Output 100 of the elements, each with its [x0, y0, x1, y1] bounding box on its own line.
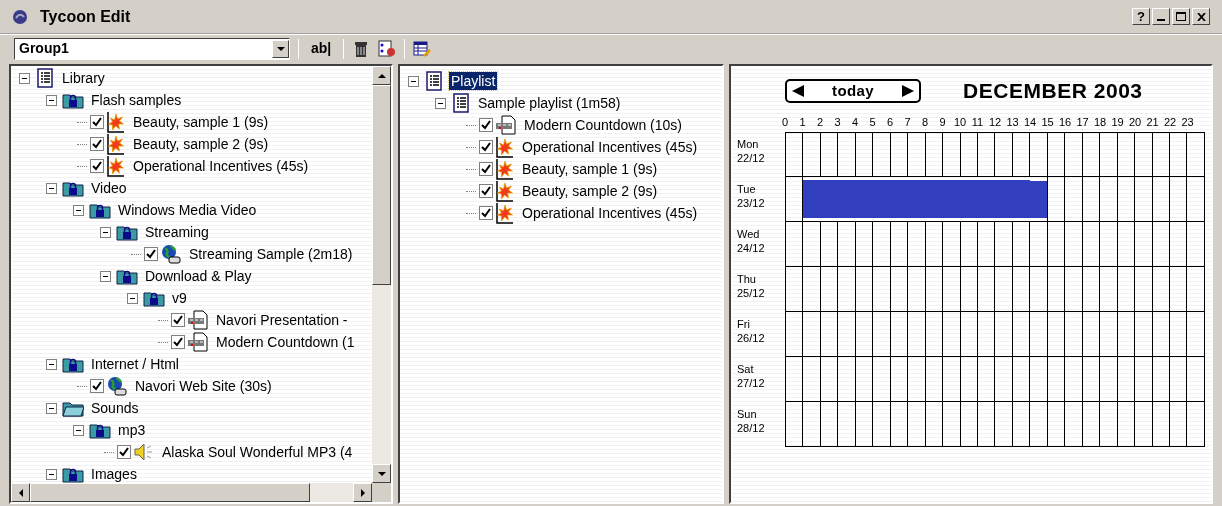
list-icon [451, 93, 471, 113]
tree-item[interactable]: Alaska Soul Wonderful MP3 (4 [160, 443, 355, 461]
starburst-document-icon [495, 180, 515, 202]
tree-item[interactable]: Operational Incentives (45s) [131, 157, 311, 175]
starburst-document-icon [495, 158, 515, 180]
locked-folder-icon [62, 179, 84, 197]
hour-label: 0 [781, 115, 789, 130]
day-name: Fri [737, 317, 751, 331]
maximize-icon [1176, 12, 1186, 21]
tree-item[interactable]: Images [89, 465, 139, 483]
collapse-box[interactable] [99, 226, 111, 238]
text-tool-button[interactable]: ab| [307, 38, 336, 59]
tree-item[interactable]: Navori Presentation - [214, 311, 350, 329]
tree-item[interactable]: mp3 [116, 421, 148, 439]
scheduled-slot[interactable] [1030, 177, 1048, 221]
day-name: Tue [737, 182, 757, 196]
tree-item[interactable]: Operational Incentives (45s) [520, 138, 700, 156]
horizontal-scrollbar[interactable] [11, 483, 372, 502]
collapse-box[interactable] [407, 75, 419, 87]
collapse-box[interactable] [45, 182, 57, 194]
properties-icon[interactable] [378, 39, 397, 58]
collapse-box[interactable] [434, 97, 446, 109]
speaker-icon [133, 442, 155, 462]
day-name: Wed [737, 227, 761, 241]
globe-icon [160, 244, 182, 264]
checkbox[interactable] [90, 115, 104, 129]
tree-item[interactable]: Library [60, 69, 107, 87]
tree-item[interactable]: Sounds [89, 399, 141, 417]
close-button[interactable] [1192, 8, 1210, 25]
globe-icon [106, 376, 128, 396]
hour-label: 18 [1093, 115, 1107, 130]
next-arrow-icon[interactable] [901, 84, 915, 98]
locked-folder-icon [143, 289, 165, 307]
checkbox[interactable] [90, 379, 104, 393]
table-edit-icon[interactable] [413, 39, 432, 58]
collapse-box[interactable] [45, 94, 57, 106]
group-select[interactable]: Group1 [14, 37, 290, 60]
tree-item[interactable]: Internet / Html [89, 355, 181, 373]
day-name: Sat [737, 362, 755, 376]
tree-item[interactable]: Beauty, sample 2 (9s) [520, 182, 660, 200]
vertical-scrollbar[interactable] [372, 66, 391, 483]
hour-label: 19 [1111, 115, 1124, 130]
checkbox[interactable] [171, 313, 185, 327]
checkbox[interactable] [479, 162, 493, 176]
tree-item[interactable]: Modern Countdown (1 [214, 333, 357, 351]
tree-item[interactable]: Operational Incentives (45s) [520, 204, 700, 222]
tree-item[interactable]: Modern Countdown (10s) [522, 116, 684, 134]
list-icon [424, 71, 444, 91]
today-button[interactable]: today [832, 79, 874, 103]
minimize-icon [1157, 19, 1165, 21]
tree-item[interactable]: Beauty, sample 1 (9s) [520, 160, 660, 178]
checkbox[interactable] [479, 184, 493, 198]
tree-item[interactable]: Navori Web Site (30s) [133, 377, 274, 395]
locked-folder-icon [89, 421, 111, 439]
tree-item[interactable]: Playlist [449, 72, 498, 90]
tree-item[interactable]: v9 [170, 289, 189, 307]
checkbox[interactable] [479, 206, 493, 220]
tree-item[interactable]: Streaming Sample (2m18) [187, 245, 355, 263]
collapse-box[interactable] [45, 358, 57, 370]
collapse-box[interactable] [72, 204, 84, 216]
list-icon [35, 68, 55, 88]
tree-item[interactable]: Windows Media Video [116, 201, 259, 219]
starburst-document-icon [106, 133, 126, 155]
tree-item[interactable]: Beauty, sample 1 (9s) [131, 113, 271, 131]
tree-item[interactable]: Streaming [143, 223, 211, 241]
hour-label: 23 [1181, 115, 1194, 130]
starburst-document-icon [495, 136, 515, 158]
checkbox[interactable] [90, 159, 104, 173]
hour-label: 13 [1006, 115, 1019, 130]
film-document-icon [495, 115, 517, 135]
collapse-box[interactable] [18, 72, 30, 84]
collapse-box[interactable] [126, 292, 138, 304]
tree-item[interactable]: Video [89, 179, 129, 197]
hour-label: 4 [851, 115, 859, 130]
checkbox[interactable] [117, 445, 131, 459]
hour-label: 21 [1146, 115, 1159, 130]
tree-item[interactable]: Flash samples [89, 91, 184, 109]
checkbox[interactable] [479, 140, 493, 154]
select-value: Group1 [18, 39, 70, 58]
tree-item[interactable]: Sample playlist (1m58) [476, 94, 623, 112]
previous-arrow-icon[interactable] [791, 84, 805, 98]
collapse-box[interactable] [45, 468, 57, 480]
checkbox[interactable] [171, 335, 185, 349]
checkbox[interactable] [144, 247, 158, 261]
tree-item[interactable]: Beauty, sample 2 (9s) [131, 135, 271, 153]
collapse-box[interactable] [72, 424, 84, 436]
minimize-button[interactable] [1152, 8, 1170, 25]
locked-folder-icon [62, 465, 84, 483]
checkbox[interactable] [90, 137, 104, 151]
checkbox[interactable] [479, 118, 493, 132]
maximize-button[interactable] [1172, 8, 1190, 25]
hour-label: 22 [1163, 115, 1177, 130]
hour-label: 7 [904, 115, 911, 130]
film-document-icon [187, 310, 209, 330]
film-document-icon [187, 332, 209, 352]
tree-item[interactable]: Download & Play [143, 267, 254, 285]
collapse-box[interactable] [99, 270, 111, 282]
collapse-box[interactable] [45, 402, 57, 414]
hour-label: 11 [971, 115, 984, 130]
help-button[interactable]: ? [1132, 8, 1150, 25]
